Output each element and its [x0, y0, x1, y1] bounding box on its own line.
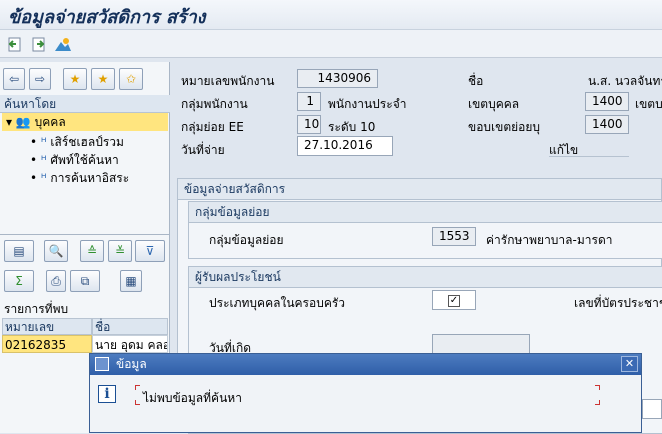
layout-icon[interactable]: ▦ [120, 270, 142, 292]
add-favorite-icon[interactable]: ★ [63, 68, 87, 90]
filter-icon[interactable]: ⊽ [135, 240, 165, 262]
message-area: ไม่พบข้อมูลที่ค้นหา [134, 384, 601, 406]
favorites-icon[interactable]: ★ [91, 68, 115, 90]
paydate-field[interactable]: 27.10.2016 [297, 136, 393, 156]
partial-field[interactable] [642, 399, 662, 419]
focus-corner-icon [595, 385, 600, 390]
info-icon: i [98, 385, 116, 403]
subtype-box-title: กลุ่มข้อมูลย่อย [189, 202, 662, 223]
landscape-icon[interactable] [54, 35, 72, 53]
divider [549, 156, 629, 157]
nav-back-button[interactable]: ⇦ [3, 68, 25, 90]
area-text: เขตบ [635, 97, 662, 111]
area-code-field[interactable]: 1400 [585, 92, 629, 111]
birthdate-field[interactable] [432, 334, 530, 354]
dialog-window-icon [95, 357, 109, 371]
binoculars-icon: ᴴ [40, 171, 47, 185]
subtype-code-field[interactable]: 1553 [432, 227, 476, 246]
subarea-label: ขอบเขตย่อยบุ [468, 120, 541, 134]
sort-descending-icon[interactable]: ≚ [108, 240, 132, 262]
subtype-label: กลุ่มข้อมูลย่อย [209, 233, 284, 247]
paydate-label: วันที่จ่าย [181, 143, 225, 157]
subtype-text: ค่ารักษาพยาบาล-มารดา [486, 233, 613, 247]
binoculars-icon: ᴴ [40, 153, 47, 167]
tree-item-general-search[interactable]: • ᴴ เสิร์ชเฮลป์รวม [30, 133, 124, 151]
checkbox-icon[interactable]: ✓ [448, 295, 460, 307]
forward-page-icon[interactable] [30, 35, 48, 53]
nav-forward-button[interactable]: ⇨ [29, 68, 51, 90]
divider [0, 234, 170, 235]
subgroup-text: ระดับ 10 [328, 120, 376, 134]
table-cell-emp-no[interactable]: 02162835 [2, 335, 92, 353]
subgroup-code-field[interactable]: 10 [297, 115, 321, 134]
binoculars-icon: ᴴ [40, 135, 47, 149]
person-icon: 👥 [15, 115, 31, 129]
search-header: ค้นหาโดย [0, 95, 170, 113]
title-bar: ข้อมูลจ่ายสวัสดิการ สร้าง [0, 0, 662, 30]
sum-icon[interactable]: Σ [4, 270, 34, 292]
tree-root-person[interactable]: ▾ 👥 บุคคล [2, 113, 168, 131]
tree-item-label: ศัพท์ใช้ค้นหา [50, 153, 119, 167]
info-dialog: ข้อมูล ✕ i ไม่พบข้อมูลที่ค้นหา [89, 353, 642, 433]
tree-item-label: เสิร์ชเฮลป์รวม [50, 135, 124, 149]
dialog-message: ไม่พบข้อมูลที่ค้นหา [143, 391, 242, 405]
family-type-label: ประเภทบุคคลในครอบครัว [209, 296, 346, 310]
results-header: รายการที่พบ [4, 302, 69, 316]
emp-no-field[interactable]: 1430906 [297, 69, 378, 88]
tree-root-label: บุคคล [34, 115, 66, 129]
emp-no-label: หมายเลขพนักงาน [181, 74, 275, 88]
app-toolbar [0, 30, 662, 58]
subtype-box: กลุ่มข้อมูลย่อย กลุ่มข้อมูลย่อย 1553 ค่า… [188, 201, 662, 259]
window-title: ข้อมูลจ่ายสวัสดิการ สร้าง [8, 7, 206, 28]
tree-item-free-search[interactable]: • ᴴ การค้นหาอิสระ [30, 169, 129, 187]
family-type-field[interactable]: ✓ [432, 290, 476, 310]
idcard-label: เลขที่บัตรประชาช [574, 296, 662, 310]
edit-favorite-icon[interactable]: ✩ [119, 68, 143, 90]
dialog-title: ข้อมูล [90, 354, 641, 375]
close-button[interactable]: ✕ [621, 356, 638, 372]
subarea-code-field[interactable]: 1400 [585, 115, 629, 134]
focus-corner-icon [135, 385, 140, 390]
print-icon[interactable]: ⎙ [46, 270, 66, 292]
export-icon[interactable]: ⧉ [70, 270, 100, 292]
focus-corner-icon [135, 400, 140, 405]
edit-label: แก้ไข [549, 143, 579, 157]
group-code-field[interactable]: 1 [297, 92, 321, 111]
details-icon[interactable]: ▤ [4, 240, 34, 262]
column-header-name[interactable]: ชื่อ [92, 318, 168, 335]
tree-item-search-term[interactable]: • ᴴ ศัพท์ใช้ค้นหา [30, 151, 119, 169]
beneficiary-box-title: ผู้รับผลประโยชน์ [189, 267, 662, 288]
group-label: กลุ่มพนักงาน [181, 97, 248, 111]
focus-corner-icon [595, 400, 600, 405]
sort-ascending-icon[interactable]: ≙ [80, 240, 104, 262]
name-label: ชื่อ [468, 74, 484, 88]
group-text: พนักงานประจำ [328, 97, 407, 111]
welfare-title: ข้อมูลจ่ายสวัสดิการ [178, 179, 661, 200]
tree-item-label: การค้นหาอิสระ [50, 171, 130, 185]
expand-icon[interactable]: ▾ [6, 115, 12, 129]
back-page-icon[interactable] [6, 35, 24, 53]
subgroup-label: กลุ่มย่อย EE [181, 120, 244, 134]
find-icon[interactable]: 🔍 [44, 240, 68, 262]
table-cell-name[interactable]: นาย อุดม คลอด [92, 335, 168, 353]
name-value: น.ส. นวลจันทร์ [588, 74, 662, 88]
column-header-emp-no[interactable]: หมายเลขพนักงาน [2, 318, 92, 351]
area-label: เขตบุคคล [468, 97, 520, 111]
